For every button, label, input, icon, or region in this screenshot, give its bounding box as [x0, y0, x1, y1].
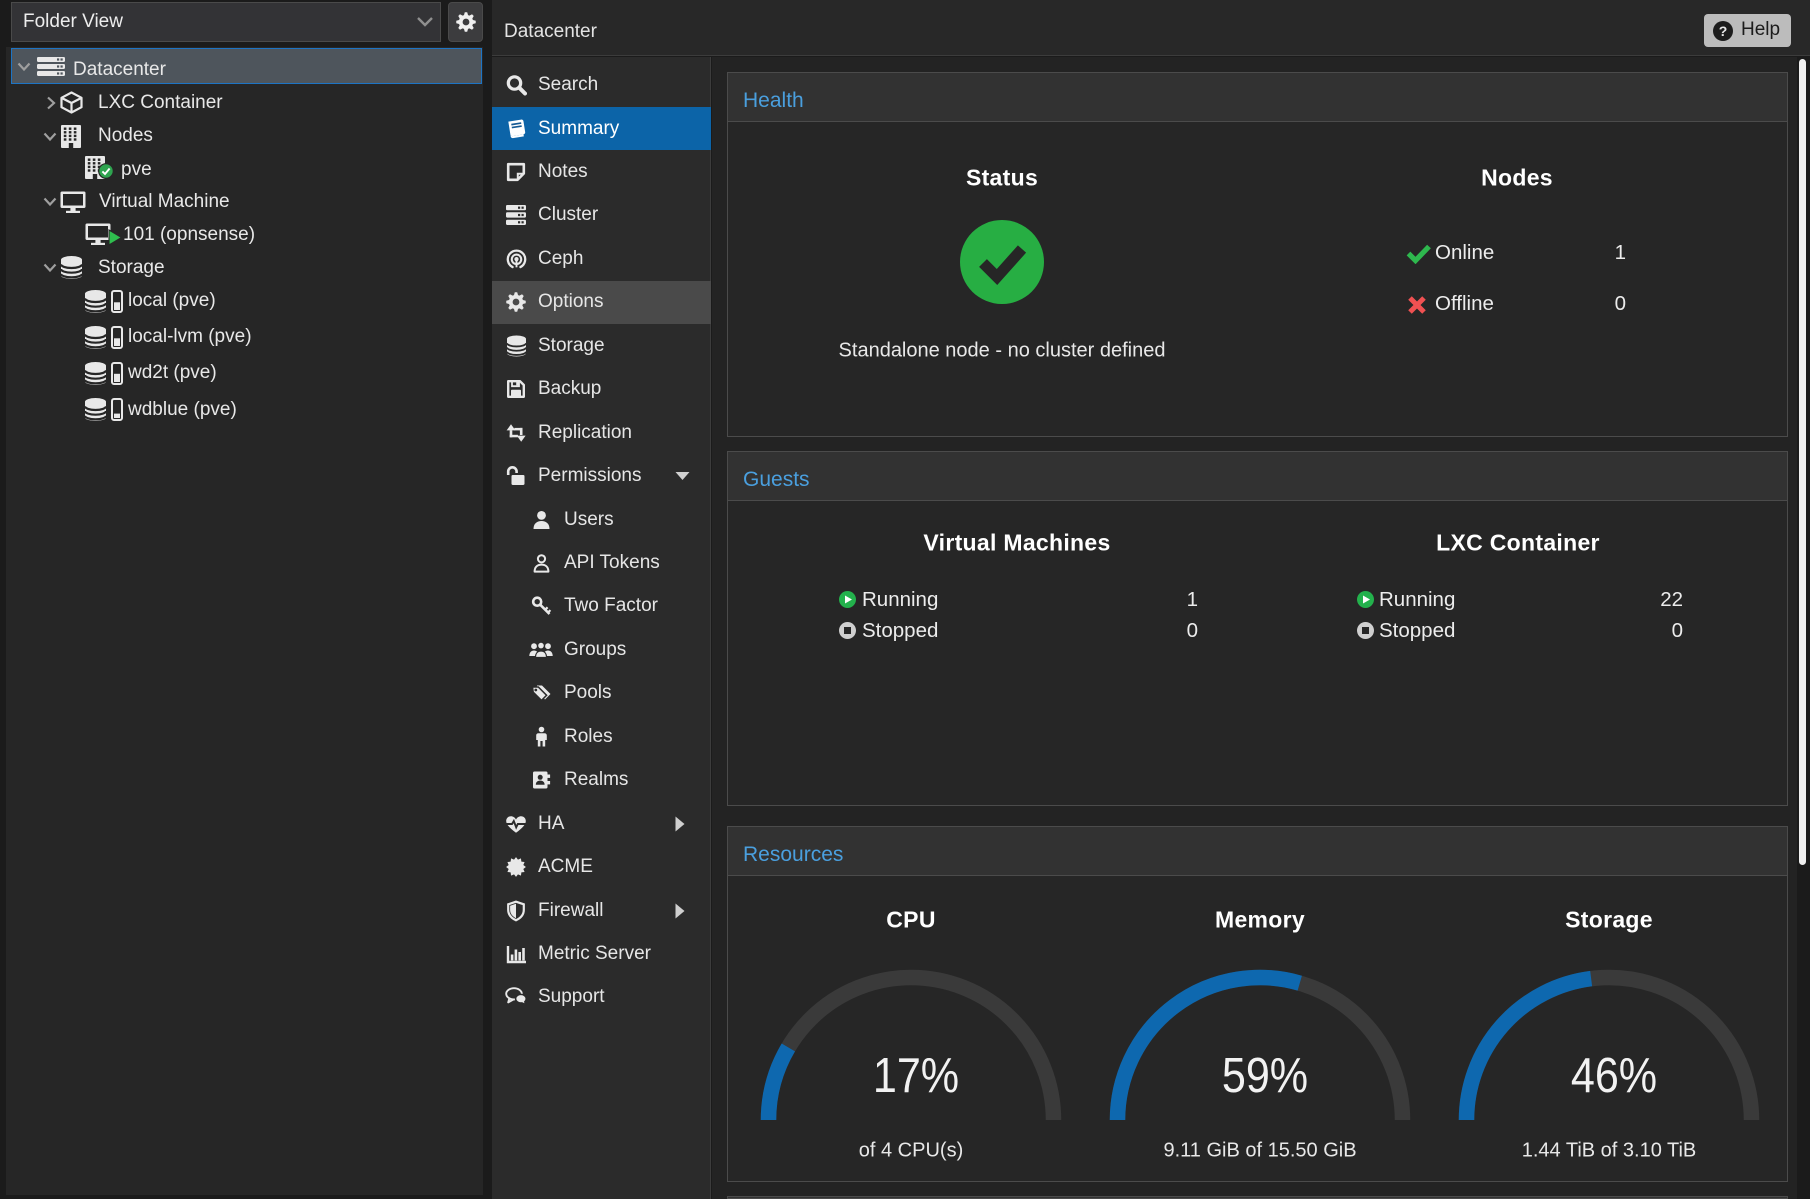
svg-text:?: ? [1719, 23, 1728, 39]
